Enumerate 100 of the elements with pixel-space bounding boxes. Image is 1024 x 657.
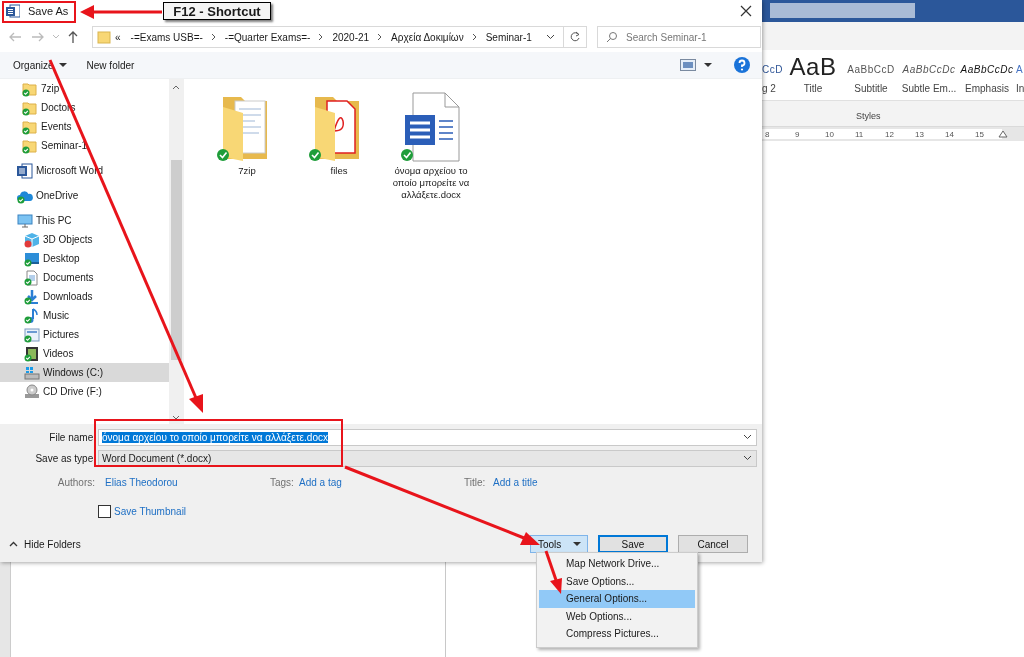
picture-icon <box>24 326 40 343</box>
authors-link[interactable]: Elias Theodorou <box>105 477 270 488</box>
title-link[interactable]: Add a title <box>493 477 538 488</box>
up-arrow-icon[interactable] <box>67 30 79 44</box>
ruler-number: 11 <box>855 129 865 139</box>
search-field[interactable]: Search Seminar-1 <box>597 26 761 48</box>
ruler-number: 10 <box>825 129 835 139</box>
navigation-item[interactable]: Desktop <box>0 249 169 268</box>
field-label: Tags: <box>270 477 295 488</box>
film-icon <box>24 345 40 362</box>
scroll-down-icon[interactable] <box>172 415 180 420</box>
menu-item[interactable]: Compress Pictures... <box>539 625 695 643</box>
navigation-item[interactable]: Windows (C:) <box>0 363 169 382</box>
breadcrumb[interactable]: -=Quarter Exams=- <box>224 31 311 43</box>
file-name: όνομα αρχείου το οποίο μπορείτε να αλλάξετε.docx <box>391 165 471 201</box>
style-item[interactable]: AaBbCcD Subtitle <box>842 50 900 100</box>
breadcrumb[interactable]: Seminar-1 <box>485 31 532 43</box>
download-icon <box>24 288 40 305</box>
overflow-chevron[interactable]: « <box>115 31 121 43</box>
chevron-icon[interactable] <box>210 33 217 41</box>
style-item[interactable]: A In <box>1016 50 1024 100</box>
navigation-item[interactable]: CD Drive (F:) <box>0 382 169 401</box>
menu-item[interactable]: General Options... <box>539 590 695 608</box>
chevron-icon[interactable] <box>471 33 478 41</box>
caret-icon[interactable] <box>743 434 752 440</box>
style-item[interactable]: AaBbCcDc Emphasis <box>958 50 1016 100</box>
folder-icon <box>22 118 38 135</box>
chevron-icon[interactable] <box>318 33 325 41</box>
chevron-icon[interactable] <box>377 33 384 41</box>
window-title: Save As <box>28 5 69 17</box>
folder-icon <box>22 80 38 97</box>
caret-icon[interactable] <box>58 62 67 68</box>
field-label: File name: <box>48 431 96 443</box>
scroll-up-icon[interactable] <box>172 85 180 90</box>
file-name: 7zip <box>237 165 257 177</box>
scrollbar[interactable] <box>169 79 183 424</box>
style-item[interactable]: AaBbCcDc Subtle Em... <box>900 50 958 100</box>
callout-label: F12 - Shortcut <box>163 2 271 20</box>
caret-icon[interactable] <box>9 541 18 547</box>
navigation-item[interactable]: Seminar-1 <box>0 136 169 155</box>
folder-icon <box>22 99 38 116</box>
navigation-item[interactable]: This PC <box>0 211 169 230</box>
hide-folders-button[interactable]: Hide Folders <box>24 538 81 550</box>
computer-icon <box>17 212 33 229</box>
style-item[interactable]: AaB Title <box>784 50 842 100</box>
caret-icon[interactable] <box>743 455 752 461</box>
folder-icon <box>22 137 38 154</box>
search-icon <box>606 31 618 43</box>
word-icon <box>17 162 33 179</box>
breadcrumb[interactable]: 2020-21 <box>332 31 370 43</box>
word-document-icon <box>399 91 463 163</box>
menu-item[interactable]: Map Network Drive... <box>539 555 695 573</box>
menu-item[interactable]: Web Options... <box>539 607 695 625</box>
tags-link[interactable]: Add a tag <box>299 477 464 488</box>
field-label: Save as type: <box>34 452 96 464</box>
navigation-item[interactable]: Documents <box>0 268 169 287</box>
navigation-item[interactable]: Pictures <box>0 325 169 344</box>
navigation-item[interactable]: 3D Objects <box>0 230 169 249</box>
field-label: Title: <box>464 477 487 488</box>
annotation-arrow <box>544 550 562 594</box>
caret-icon[interactable] <box>546 34 555 40</box>
field-label: Authors: <box>56 477 95 488</box>
navigation-item[interactable]: Videos <box>0 344 169 363</box>
file-item[interactable]: 7zip <box>201 91 293 177</box>
breadcrumb[interactable]: Αρχεία Δοκιμίων <box>391 31 464 43</box>
style-item[interactable]: CcD g 2 <box>762 50 784 100</box>
help-icon[interactable] <box>734 57 750 73</box>
ruler-number: 9 <box>795 129 801 139</box>
navigation-item[interactable]: Downloads <box>0 287 169 306</box>
ruler-number: 13 <box>915 129 925 139</box>
file-name-field[interactable]: όνομα αρχείου το οποίο μπορείτε να αλλάξετε.docx <box>98 428 757 446</box>
disc-icon <box>24 383 40 400</box>
caret-icon[interactable] <box>573 541 582 547</box>
ruler-number: 15 <box>975 129 985 139</box>
address-bar[interactable]: « -=Exams USB=- -=Quarter Exams=- 2020-21 Αρχεία Δοκιμίων Seminar-1 <box>92 26 587 48</box>
new-folder-button[interactable]: New folder <box>86 59 135 71</box>
navigation-item[interactable]: 7zip <box>0 79 169 98</box>
navigation-item[interactable]: Music <box>0 306 169 325</box>
refresh-icon <box>569 31 581 43</box>
indent-marker-icon[interactable] <box>998 130 1008 138</box>
menu-item[interactable]: Save Options... <box>539 572 695 590</box>
ruler-number: 12 <box>885 129 895 139</box>
document-icon <box>24 269 40 286</box>
tools-dropdown-button[interactable]: Tools <box>530 535 588 553</box>
navigation-item[interactable]: Events <box>0 117 169 136</box>
navigation-item[interactable]: OneDrive <box>0 186 169 205</box>
search-input[interactable]: Search Seminar-1 <box>626 31 756 43</box>
file-type-dropdown[interactable]: Word Document (*.docx) <box>98 449 757 467</box>
music-note-icon <box>24 307 40 324</box>
caret-icon[interactable] <box>704 62 712 68</box>
file-item[interactable]: όνομα αρχείου το οποίο μπορείτε να αλλάξετε.docx <box>385 91 477 201</box>
dialog-button[interactable]: Cancel <box>678 535 748 553</box>
close-icon[interactable] <box>740 5 752 17</box>
file-item[interactable]: files <box>293 91 385 177</box>
dialog-button[interactable]: Save <box>598 535 668 553</box>
view-icon[interactable] <box>680 59 696 71</box>
ruler-number: 8 <box>765 129 771 139</box>
checkbox[interactable] <box>98 505 111 518</box>
checkbox-label[interactable]: Save Thumbnail <box>114 506 187 517</box>
breadcrumb[interactable]: -=Exams USB=- <box>130 31 203 43</box>
